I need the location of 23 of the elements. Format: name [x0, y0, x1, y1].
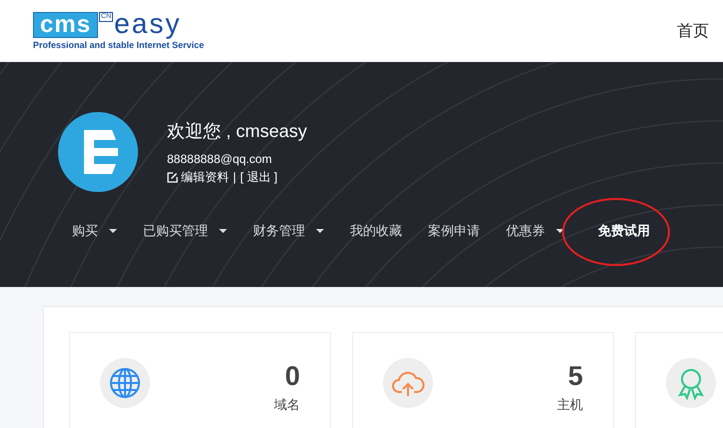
- cloud-upload-icon: [383, 358, 433, 408]
- nav-tab[interactable]: 免费试用: [598, 222, 650, 240]
- globe-icon: [100, 358, 150, 408]
- nav-tab[interactable]: 购买: [72, 222, 98, 240]
- greeting-text: 欢迎您 , cmseasy: [167, 120, 308, 142]
- stat-label: 主机: [557, 396, 583, 414]
- edit-icon: [167, 172, 178, 182]
- home-link[interactable]: 首页: [677, 20, 709, 42]
- ribbon-icon: [666, 358, 716, 408]
- stat-count: 5: [568, 361, 583, 392]
- logo-tagline: Professional and stable Internet Service: [33, 40, 204, 50]
- separator-text: |: [233, 170, 236, 184]
- nav-tab[interactable]: 已购买管理: [143, 222, 208, 240]
- nav-tab[interactable]: 财务管理: [253, 222, 305, 240]
- nav-tab[interactable]: 我的收藏: [350, 222, 402, 240]
- logo-mark: cms: [33, 12, 98, 38]
- logout-link[interactable]: [ 退出 ]: [240, 168, 278, 186]
- stat-label: 域名: [274, 396, 300, 414]
- stat-count: 0: [284, 361, 300, 392]
- email-text: 88888888@qq.com: [167, 152, 272, 166]
- nav-tab[interactable]: 优惠券: [506, 222, 545, 240]
- nav-tab[interactable]: 案例申请: [428, 222, 480, 240]
- edit-profile-link[interactable]: 编辑资料: [167, 168, 229, 186]
